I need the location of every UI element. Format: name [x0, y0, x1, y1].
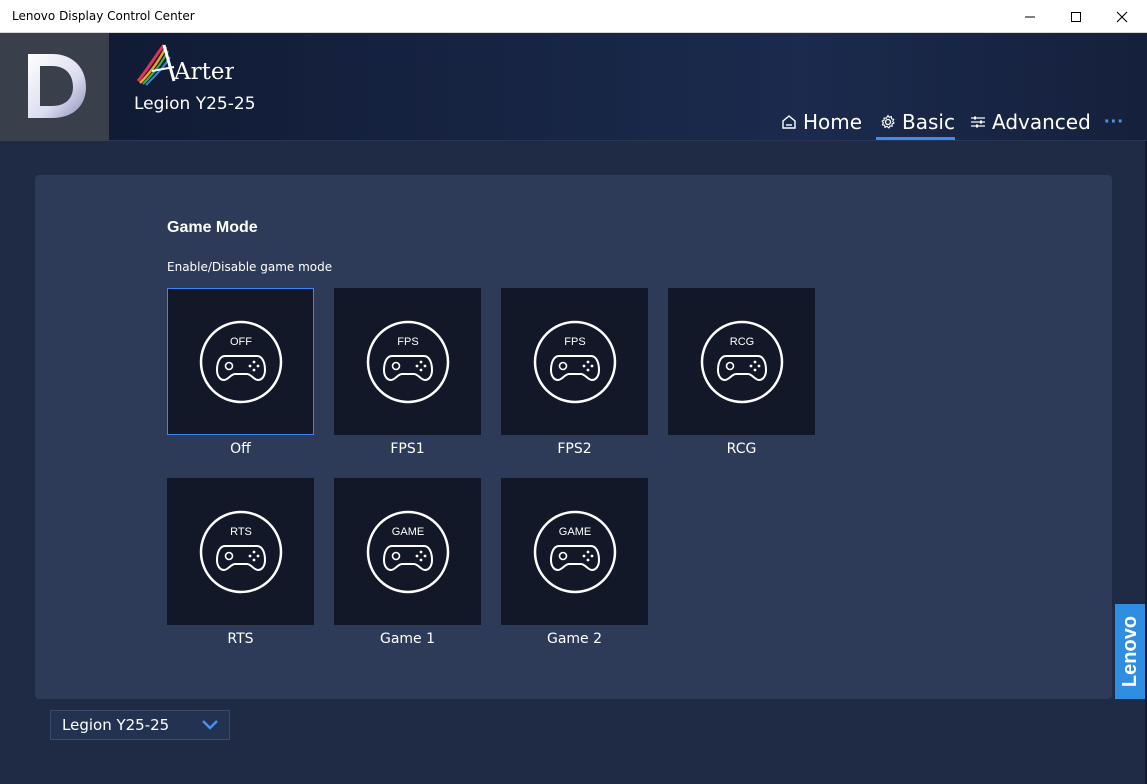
maximize-icon [1071, 11, 1081, 22]
monitor-select-value: Legion Y25-25 [62, 716, 170, 734]
minimize-icon [1025, 16, 1035, 17]
game-mode-label-fps1: FPS1 [390, 441, 425, 457]
close-icon [1116, 11, 1128, 22]
window-title: Lenovo Display Control Center [12, 9, 195, 23]
nav-basic[interactable]: Basic [880, 107, 955, 137]
mode-badge-text: GAME [391, 526, 423, 538]
app-logo [0, 33, 109, 141]
game-mode-tile-rcg[interactable]: RCG [668, 288, 815, 435]
game-mode-label-game2: Game 2 [546, 631, 603, 647]
nav-home-label: Home [803, 110, 863, 134]
section-subtitle: Enable/Disable game mode [167, 260, 333, 274]
home-icon [782, 115, 796, 129]
brand-name: Artery [173, 59, 234, 85]
chevron-down-icon [202, 720, 218, 730]
mode-badge-text: FPS [397, 336, 418, 348]
lenovo-badge: Lenovo [1115, 604, 1147, 699]
minimize-button[interactable] [1007, 0, 1053, 33]
game-mode-label-rcg: RCG [726, 441, 757, 457]
nav-basic-label: Basic [902, 110, 955, 134]
gamepad-icon: RTS [199, 510, 282, 593]
nav-home[interactable]: Home [781, 107, 862, 137]
game-mode-label-off: Off [230, 441, 251, 457]
close-button[interactable] [1099, 0, 1145, 33]
gamepad-icon: OFF [199, 320, 282, 403]
mode-badge-text: RCG [729, 336, 753, 348]
monitor-select[interactable]: Legion Y25-25 [50, 710, 230, 740]
gear-icon [881, 114, 895, 129]
gamepad-icon: FPS [366, 320, 449, 403]
nav-advanced[interactable]: Advanced [970, 107, 1091, 137]
more-menu-button[interactable]: ··· [1104, 111, 1124, 134]
maximize-button[interactable] [1053, 0, 1099, 33]
mode-badge-text: FPS [564, 336, 585, 348]
game-mode-tile-fps1[interactable]: FPS [334, 288, 481, 435]
game-mode-label-fps2: FPS2 [557, 441, 592, 457]
gamepad-icon: RCG [700, 320, 783, 403]
nav-active-indicator [876, 137, 955, 140]
mode-badge-text: RTS [230, 526, 252, 538]
app-header: Artery Legion Y25-25 Home Basic Advanced… [0, 33, 1147, 141]
game-mode-tile-game1[interactable]: GAME [334, 478, 481, 625]
letter-d-logo-icon [28, 54, 86, 118]
gamepad-icon: GAME [366, 510, 449, 593]
artery-logo: Artery [136, 44, 234, 86]
model-name: Legion Y25-25 [134, 94, 256, 114]
title-bar: Lenovo Display Control Center [0, 0, 1147, 33]
game-mode-tile-game2[interactable]: GAME [501, 478, 648, 625]
game-mode-label-game1: Game 1 [379, 631, 436, 647]
gamepad-icon: GAME [533, 510, 616, 593]
game-mode-tile-off[interactable]: OFF [167, 288, 314, 435]
game-mode-label-rts: RTS [227, 631, 254, 647]
game-mode-tile-fps2[interactable]: FPS [501, 288, 648, 435]
mode-badge-text: GAME [558, 526, 590, 538]
section-title: Game Mode [167, 219, 258, 236]
gamepad-icon: FPS [533, 320, 616, 403]
sliders-icon [971, 116, 985, 128]
game-mode-tile-rts[interactable]: RTS [167, 478, 314, 625]
mode-badge-text: OFF [230, 336, 252, 348]
nav-advanced-label: Advanced [992, 110, 1091, 134]
lenovo-badge-text: Lenovo [1119, 615, 1142, 688]
